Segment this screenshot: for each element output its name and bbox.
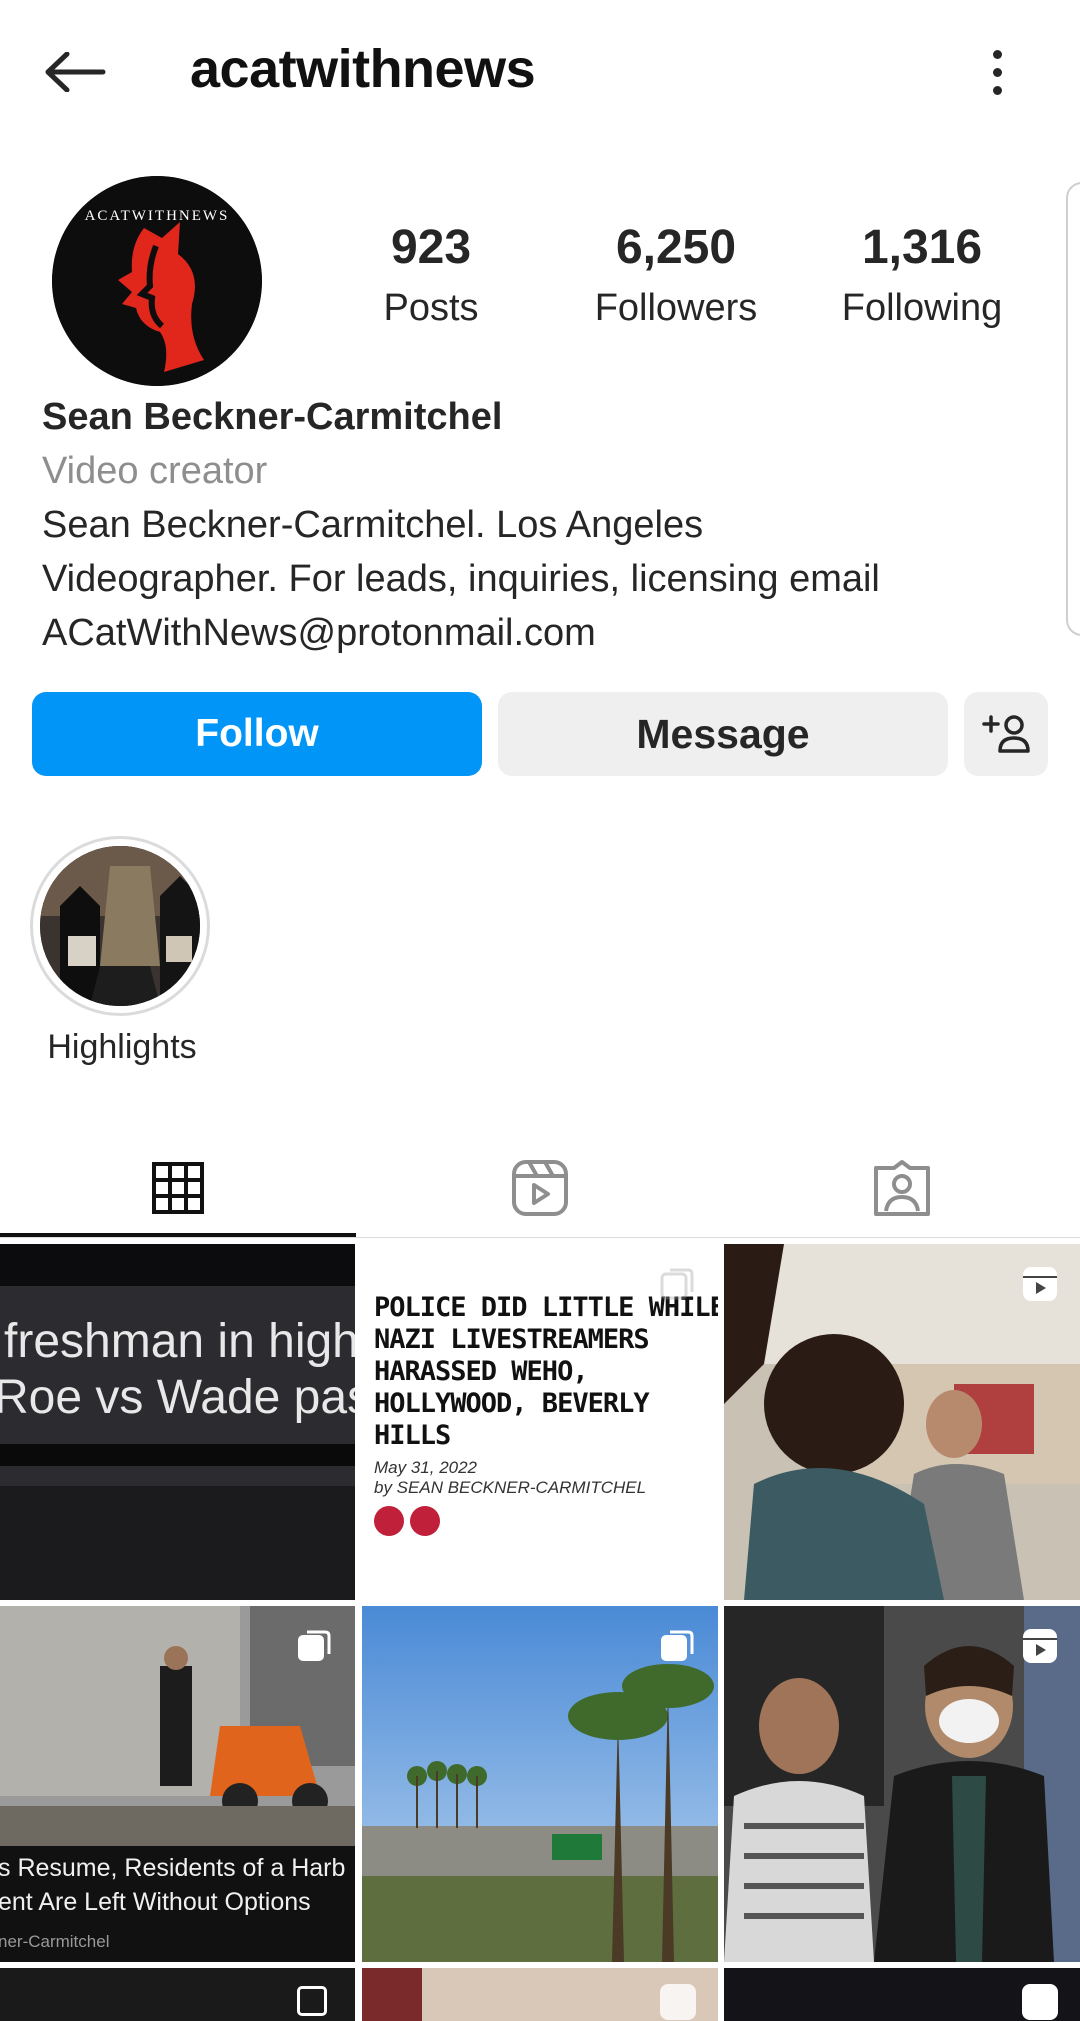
followers-count[interactable]: 6,250 Followers — [556, 221, 796, 330]
post-tile[interactable]: s Resume, Residents of a Harb ent Are Le… — [0, 1606, 355, 1962]
post-date: May 31, 2022 — [374, 1458, 478, 1477]
post-headline-line: NAZI LIVESTREAMERS — [374, 1324, 650, 1355]
link-share-icon — [374, 1506, 404, 1536]
suggested-people-button[interactable] — [964, 692, 1048, 776]
reel-icon — [1022, 1984, 1058, 2020]
post-headline-line: HILLS — [374, 1420, 451, 1451]
twitter-share-icon — [410, 1506, 440, 1536]
tagged-icon — [874, 1160, 930, 1216]
svg-text:ACATWITHNEWS: ACATWITHNEWS — [85, 208, 230, 224]
following-count-value: 1,316 — [861, 221, 983, 274]
follow-button[interactable]: Follow — [32, 692, 482, 776]
post-caption-line: Roe vs Wade pass — [0, 1371, 355, 1424]
bio-line: Videographer. For leads, inquiries, lice… — [42, 558, 880, 600]
posts-count[interactable]: 923 Posts — [311, 221, 551, 330]
post-caption-line: freshman in high — [4, 1315, 355, 1368]
reel-icon — [660, 1984, 696, 2020]
post-headline-line: HARASSED WEHO, — [374, 1356, 589, 1387]
profile-category: Video creator — [42, 450, 268, 492]
tab-divider — [0, 1237, 1080, 1238]
carousel-icon — [661, 1630, 694, 1661]
highlight-cover[interactable] — [40, 846, 200, 1006]
highlight-label: Highlights — [47, 1028, 197, 1066]
post-caption-line: s Resume, Residents of a Harb — [0, 1854, 346, 1882]
message-button[interactable]: Message — [498, 692, 948, 776]
reels-icon — [512, 1160, 568, 1216]
profile-avatar[interactable]: ACATWITHNEWS — [52, 176, 262, 386]
highlight-image — [40, 846, 200, 1006]
post-byline: by SEAN BECKNER-CARMITCHEL — [374, 1478, 647, 1497]
reel-icon — [1023, 1267, 1057, 1301]
post-tile[interactable] — [362, 1606, 718, 1962]
profile-username: acatwithnews — [190, 39, 536, 99]
avatar-logo: ACATWITHNEWS — [52, 176, 262, 386]
posts-count-value: 923 — [390, 221, 472, 274]
post-tile[interactable]: POLICE DID LITTLE WHILE NAZI LIVESTREAME… — [362, 1244, 718, 1600]
back-button[interactable] — [40, 40, 110, 104]
carousel-icon — [660, 1268, 694, 1300]
post-tile[interactable] — [0, 1968, 355, 2021]
carousel-icon — [297, 1986, 327, 2016]
bio-email-link[interactable]: ACatWithNews@protonmail.com — [42, 612, 596, 655]
followers-count-value: 6,250 — [615, 221, 737, 274]
reel-icon — [1023, 1629, 1057, 1663]
post-headline-line: HOLLYWOOD, BEVERLY — [374, 1388, 650, 1419]
posts-count-label: Posts — [383, 286, 479, 329]
post-tile[interactable] — [724, 1968, 1080, 2021]
arrow-left-icon — [45, 52, 106, 92]
tab-tagged[interactable] — [724, 1140, 1080, 1236]
profile-name: Sean Beckner-Carmitchel — [42, 396, 503, 438]
tab-reels[interactable] — [362, 1140, 718, 1236]
post-caption-line: ent Are Left Without Options — [0, 1888, 311, 1916]
followers-count-label: Followers — [594, 286, 758, 329]
post-tile[interactable]: freshman in high Roe vs Wade pass — [0, 1244, 355, 1600]
more-options-icon[interactable] — [975, 40, 1019, 104]
following-count-label: Following — [841, 286, 1003, 329]
grid-icon — [152, 1162, 204, 1214]
side-edge-handle[interactable] — [1066, 182, 1080, 636]
post-credit: ner-Carmitchel — [0, 1932, 110, 1951]
carousel-icon — [298, 1630, 331, 1661]
post-tile[interactable] — [362, 1968, 718, 2021]
post-tile[interactable] — [724, 1606, 1080, 1962]
tab-posts-grid[interactable] — [0, 1140, 356, 1236]
post-tile[interactable] — [724, 1244, 1080, 1600]
add-person-icon — [982, 715, 1030, 753]
bio-line: Sean Beckner-Carmitchel. Los Angeles — [42, 504, 704, 546]
following-count[interactable]: 1,316 Following — [802, 221, 1042, 330]
